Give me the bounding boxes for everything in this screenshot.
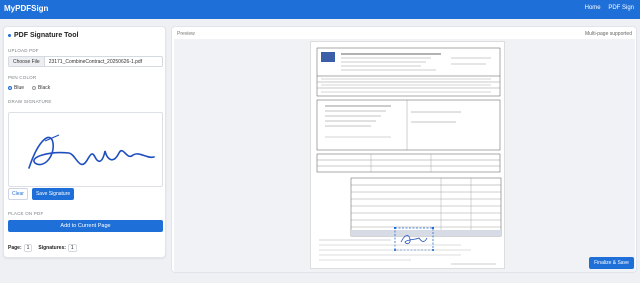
file-name: 23171_CombineContract_20250626-1.pdf	[48, 58, 143, 65]
choose-file-button[interactable]: Choose File	[9, 57, 45, 66]
signature-actions: Clear Save Signature	[8, 188, 75, 200]
draw-signature-label: DRAW SIGNATURE	[8, 99, 52, 104]
pen-option-black-label: Black	[38, 85, 51, 91]
finalize-save-button[interactable]: Finalize & Save	[589, 257, 634, 269]
pen-option-black[interactable]: Black	[32, 85, 50, 91]
bullet-icon	[8, 34, 11, 37]
signature-count: Signatures: 1	[38, 244, 77, 252]
page-value: 1	[23, 244, 33, 252]
add-to-current-page-button[interactable]: Add to Current Page	[8, 220, 163, 232]
page-count: Page: 1	[8, 244, 33, 252]
preview-panel: Preview Multi-page supported	[171, 26, 637, 273]
clear-button[interactable]: Clear	[8, 188, 28, 200]
place-on-pdf-label: PLACE ON PDF	[8, 211, 44, 216]
nav-pdf-sign[interactable]: PDF Sign	[608, 5, 634, 11]
nav-home[interactable]: Home	[585, 5, 601, 11]
preview-label: Preview	[177, 31, 195, 37]
signatures-label: Signatures:	[38, 245, 66, 251]
drawn-signature	[28, 134, 155, 169]
save-signature-button[interactable]: Save Signature	[31, 188, 75, 200]
pen-color-label: PEN COLOR	[8, 75, 37, 80]
panel-title-text: PDF Signature Tool	[14, 32, 79, 39]
top-navbar: MyPDFSign Home PDF Sign	[0, 0, 640, 19]
app-brand[interactable]: MyPDFSign	[4, 4, 48, 13]
pdf-page-content	[316, 47, 502, 265]
page-signature-counts: Page: 1 Signatures: 1	[8, 244, 77, 252]
upload-label: UPLOAD PDF	[8, 48, 39, 53]
panel-title: PDF Signature Tool	[8, 32, 78, 39]
pen-option-blue-label: Blue	[14, 85, 25, 91]
pen-option-blue[interactable]: Blue	[8, 85, 24, 91]
signature-canvas[interactable]	[8, 112, 163, 187]
file-input[interactable]: Choose File 23171_CombineContract_202506…	[8, 56, 163, 67]
signatures-value: 1	[67, 244, 77, 252]
page-label: Page:	[8, 245, 22, 251]
radio-unselected-icon[interactable]	[32, 86, 37, 90]
multipage-note: Multi-page supported	[585, 31, 632, 37]
pen-color-options: Blue Black	[8, 85, 50, 91]
pdf-page[interactable]	[310, 41, 505, 269]
nav-links: Home PDF Sign	[579, 5, 634, 11]
signature-tool-panel: PDF Signature Tool UPLOAD PDF Choose Fil…	[3, 26, 166, 258]
pdf-viewport[interactable]	[174, 39, 635, 272]
radio-selected-icon[interactable]	[8, 86, 12, 90]
